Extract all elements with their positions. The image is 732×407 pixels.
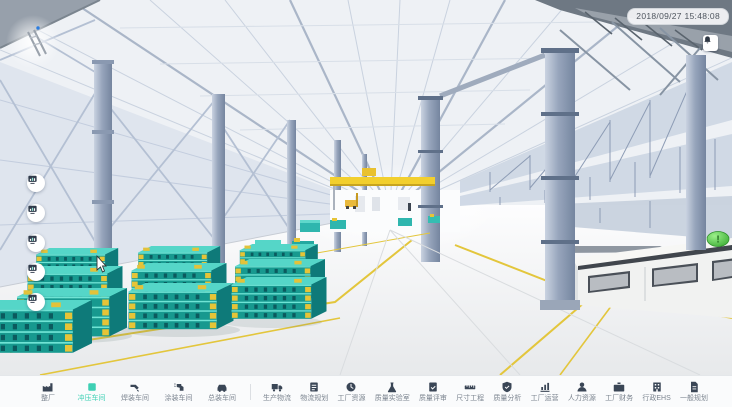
paint-icon (173, 381, 185, 394)
toolbar-item-label: 焊装车间 (121, 395, 149, 403)
toolbar-item-label: 行政EHS (642, 395, 670, 403)
toolbar-item-person[interactable]: 人力资源 (568, 381, 596, 403)
truck-icon (271, 381, 283, 394)
scene-hotspot-button[interactable] (27, 293, 45, 311)
toolbar-item-paint[interactable]: 涂装车间 (165, 381, 193, 403)
welding-icon (129, 381, 141, 394)
toolbar-item-label: 整厂 (41, 395, 55, 403)
factory-icon (42, 381, 54, 394)
toolbar-item-label: 涂装车间 (165, 395, 193, 403)
toolbar-item-document[interactable]: 一般规划 (680, 381, 708, 403)
toolbar-item-label: 工厂资源 (337, 395, 365, 403)
toolbar-item-briefcase[interactable]: 工厂财务 (605, 381, 633, 403)
toolbar-item-label: 工厂财务 (605, 395, 633, 403)
toolbar-item-label: 质量分析 (493, 395, 521, 403)
toolbar-item-clock[interactable]: 工厂资源 (337, 381, 365, 403)
audit-icon (427, 381, 439, 394)
ruler-icon (464, 381, 476, 394)
document-icon (688, 381, 700, 394)
status-marker-green[interactable]: ! (707, 232, 729, 247)
steel-column-large (540, 48, 580, 310)
scene-hotspot-button[interactable] (27, 174, 45, 192)
toolbar-divider (250, 384, 251, 400)
toolbar-item-press[interactable]: 冲压车间 (78, 381, 106, 403)
toolbar-item-label: 质量实验室 (375, 395, 410, 403)
flask-icon (386, 381, 398, 394)
function-nav: 生产物流 物流规划 工厂资源 质量实验室 质量评审 尺寸工程 质量分析 工厂运营 人力资源 工厂财… (263, 381, 732, 403)
toolbar-item-building[interactable]: 行政EHS (642, 381, 670, 403)
bottom-toolbar: 整厂 冲压车间 焊装车间 涂装车间 总装车间 生产物流 物流规划 工厂资源 质量实验室 质量评审… (0, 375, 732, 407)
scene-hotspot-button[interactable] (27, 204, 45, 222)
toolbar-item-assembly[interactable]: 总装车间 (208, 381, 236, 403)
toolbar-item-label: 生产物流 (263, 395, 291, 403)
notification-button[interactable] (703, 35, 718, 51)
briefcase-icon (613, 381, 625, 394)
scene-render: ! (0, 0, 732, 375)
workshop-nav: 整厂 冲压车间 焊装车间 涂装车间 总装车间 (34, 381, 236, 403)
scene-hotspot-button[interactable] (27, 263, 45, 281)
toolbar-item-ruler[interactable]: 尺寸工程 (456, 381, 484, 403)
building-icon (651, 381, 663, 394)
toolbar-item-factory[interactable]: 整厂 (34, 381, 62, 403)
clock-icon (345, 381, 357, 394)
toolbar-item-label: 质量评审 (419, 395, 447, 403)
toolbar-item-label: 一般规划 (680, 395, 708, 403)
scene-hotspot-button[interactable] (27, 234, 45, 252)
factory-3d-viewport[interactable]: ! (0, 0, 732, 375)
toolbar-item-shield[interactable]: 质量分析 (493, 381, 521, 403)
light-glow (6, 15, 60, 69)
toolbar-item-label: 工厂运营 (531, 395, 559, 403)
press-icon (86, 381, 98, 394)
clipboard-icon (308, 381, 320, 394)
status-marker-label: ! (716, 235, 719, 246)
toolbar-item-clipboard[interactable]: 物流规划 (300, 381, 328, 403)
assembly-icon (216, 381, 228, 394)
toolbar-item-label: 尺寸工程 (456, 395, 484, 403)
toolbar-item-truck[interactable]: 生产物流 (263, 381, 291, 403)
toolbar-item-label: 人力资源 (568, 395, 596, 403)
shield-icon (501, 381, 513, 394)
timestamp: 2018/09/27 15:48:08 (627, 8, 729, 25)
toolbar-item-welding[interactable]: 焊装车间 (121, 381, 149, 403)
toolbar-item-label: 冲压车间 (78, 395, 106, 403)
chart-icon (539, 381, 551, 394)
far-wall (330, 190, 460, 232)
toolbar-item-label: 总装车间 (208, 395, 236, 403)
toolbar-item-chart[interactable]: 工厂运营 (531, 381, 559, 403)
toolbar-item-audit[interactable]: 质量评审 (419, 381, 447, 403)
person-icon (576, 381, 588, 394)
toolbar-item-flask[interactable]: 质量实验室 (375, 381, 410, 403)
toolbar-item-label: 物流规划 (300, 395, 328, 403)
